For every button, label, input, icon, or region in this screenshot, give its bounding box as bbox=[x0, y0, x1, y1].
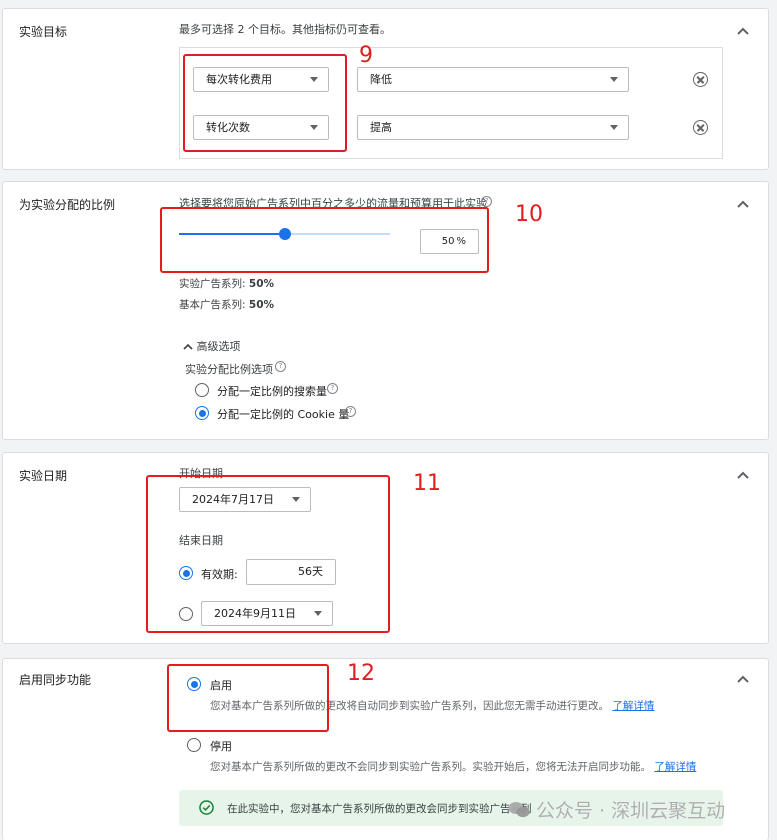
goals-hint: 最多可选择 2 个目标。其他指标仍可查看。 bbox=[179, 23, 391, 36]
goals-title: 实验目标 bbox=[19, 25, 68, 39]
radio-cookie-split[interactable] bbox=[195, 406, 209, 420]
radio-sync-off[interactable] bbox=[187, 738, 201, 752]
split-title: 为实验分配的比例 bbox=[19, 198, 116, 212]
collapse-chevron-icon[interactable] bbox=[736, 468, 750, 482]
collapse-chevron-icon[interactable] bbox=[736, 197, 750, 211]
dates-title: 实验日期 bbox=[19, 469, 68, 483]
wechat-icon bbox=[508, 802, 530, 818]
sync-off-label: 停用 bbox=[210, 740, 232, 753]
option-cookie-label: 分配一定比例的 Cookie 量 bbox=[217, 408, 350, 421]
goal-direction-select-2[interactable]: 提高 bbox=[357, 115, 629, 140]
dates-card: 实验日期 开始日期 2024年7月17日 结束日期 有效期: 56天 2024年… bbox=[2, 452, 769, 644]
chevron-down-icon bbox=[610, 125, 618, 130]
help-icon[interactable]: ? bbox=[275, 361, 286, 372]
annotation-box-9 bbox=[183, 54, 347, 152]
help-icon[interactable]: ? bbox=[345, 406, 356, 417]
annotation-number-11: 11 bbox=[413, 471, 441, 496]
annotation-number-12: 12 bbox=[347, 661, 375, 686]
radio-search-split[interactable] bbox=[195, 383, 209, 397]
experiment-share: 实验广告系列: 50% bbox=[179, 278, 275, 290]
goals-card: 实验目标 最多可选择 2 个目标。其他指标仍可查看。 每次转化费用 降低 转化次… bbox=[2, 8, 769, 170]
learn-more-link[interactable]: 了解详情 bbox=[654, 761, 696, 773]
check-circle-icon bbox=[199, 800, 214, 815]
split-options-label: 实验分配比例选项 bbox=[185, 363, 273, 376]
learn-more-link[interactable]: 了解详情 bbox=[612, 700, 654, 712]
help-icon[interactable]: ? bbox=[327, 383, 338, 394]
annotation-box-11 bbox=[146, 475, 390, 633]
annotation-number-9: 9 bbox=[359, 43, 373, 68]
annotation-number-10: 10 bbox=[515, 202, 543, 227]
base-share: 基本广告系列: 50% bbox=[179, 299, 275, 311]
remove-goal-icon[interactable] bbox=[693, 120, 708, 135]
chevron-down-icon bbox=[610, 77, 618, 82]
watermark: 公众号 · 深圳云聚互动 bbox=[508, 796, 725, 823]
sync-info-text: 在此实验中，您对基本广告系列所做的更改会同步到实验广告系列 bbox=[227, 803, 532, 815]
sync-title: 启用同步功能 bbox=[19, 673, 92, 687]
remove-goal-icon[interactable] bbox=[693, 72, 708, 87]
goal-direction-select-1[interactable]: 降低 bbox=[357, 67, 629, 92]
collapse-chevron-icon[interactable] bbox=[736, 672, 750, 686]
chevron-up-icon bbox=[183, 343, 193, 350]
annotation-box-12 bbox=[167, 664, 329, 732]
option-search-label: 分配一定比例的搜索量 bbox=[217, 385, 327, 398]
collapse-chevron-icon[interactable] bbox=[736, 24, 750, 38]
sync-off-description: 您对基本广告系列所做的更改不会同步到实验广告系列。实验开始后，您将无法开启同步功… bbox=[210, 761, 697, 773]
split-card: 为实验分配的比例 选择要将您原始广告系列中百分之多少的流量和预算用于此实验 ? … bbox=[2, 181, 769, 440]
annotation-box-10 bbox=[160, 207, 489, 273]
advanced-options-toggle[interactable]: 高级选项 bbox=[183, 338, 241, 354]
help-icon[interactable]: ? bbox=[481, 196, 492, 207]
